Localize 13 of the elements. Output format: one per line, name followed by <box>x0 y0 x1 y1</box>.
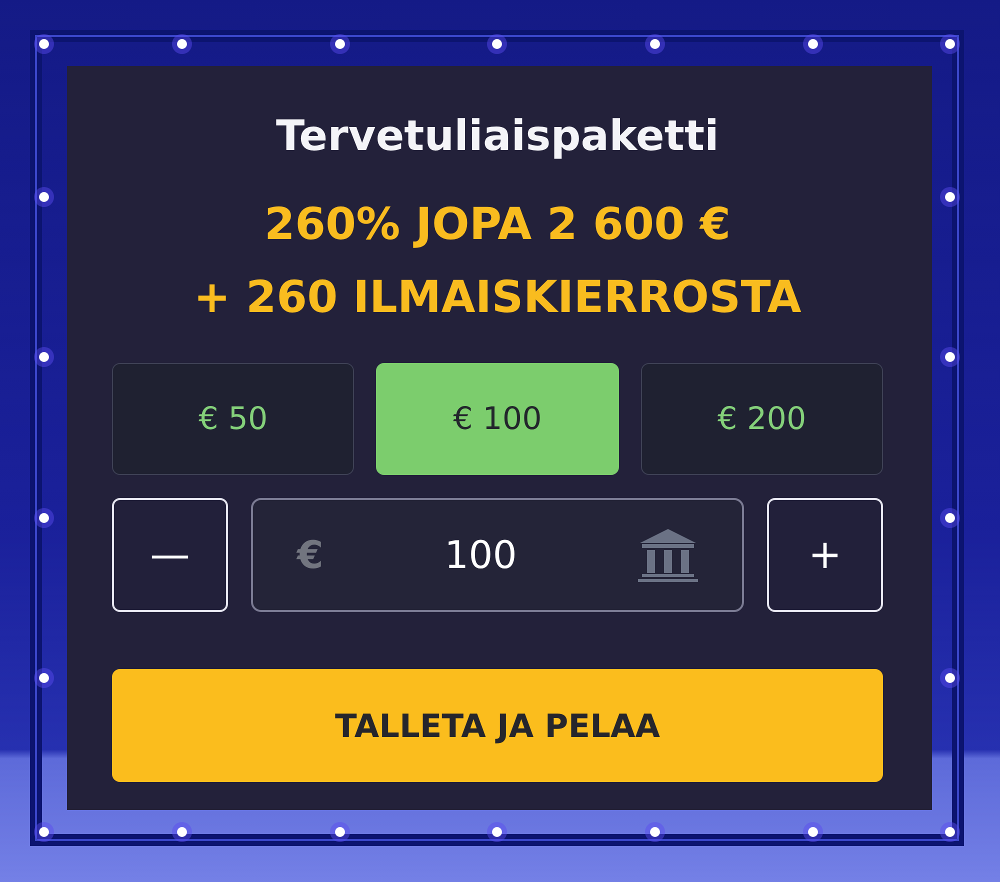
increase-button[interactable]: + <box>767 498 883 612</box>
amount-button[interactable]: € 50 <box>112 363 354 475</box>
decrease-button[interactable]: — <box>112 498 228 612</box>
title: Tervetuliaispaketti <box>275 110 720 162</box>
amount-input[interactable]: 100 <box>323 532 638 578</box>
amount-field[interactable]: € 100 <box>251 498 744 612</box>
headline-text: 260% JOPA 2 600 € <box>264 198 731 252</box>
amount-button[interactable]: € 200 <box>640 363 883 475</box>
headline-text: + 260 ILMAISKIERROSTA <box>194 271 802 325</box>
bank-icon <box>638 527 698 583</box>
deposit-play-button[interactable]: TALLETA JA PELAA <box>112 669 883 782</box>
currency-symbol: € <box>297 533 324 577</box>
amount-button[interactable]: € 100 <box>376 363 619 475</box>
